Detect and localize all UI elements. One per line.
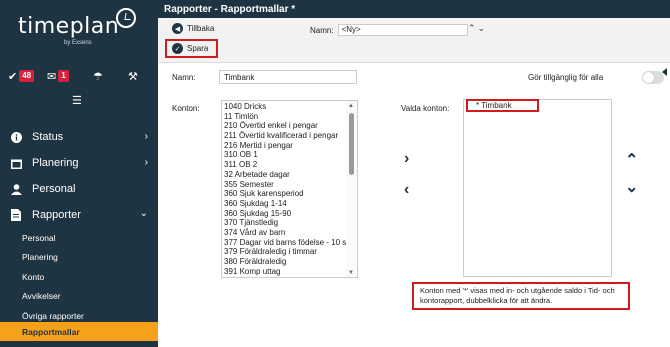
konto-item[interactable]: 216 Mertid i pengar <box>224 141 346 151</box>
valda-label: Valda konton: <box>401 104 450 113</box>
main-nav: Status › Planering › Personal Rapporter … <box>0 124 158 326</box>
konto-item[interactable]: 11 Timlön <box>224 112 346 122</box>
quick-actions: ✔ 48 ✉ 1 ☂ ⚒ <box>0 68 158 88</box>
konto-item[interactable]: 374 Vård av barn <box>224 228 346 238</box>
messages-badge: 1 <box>58 70 69 82</box>
person-icon <box>10 183 22 195</box>
konto-item[interactable]: 379 Föräldraledig i timmar <box>224 247 346 257</box>
chevron-right-icon: › <box>144 157 148 168</box>
save-button[interactable]: ✓ Spara <box>165 39 218 58</box>
logo-wordmark: timeplan <box>18 14 120 39</box>
konto-item[interactable]: 1040 Dricks <box>224 102 346 112</box>
konto-item[interactable]: 360 Sjuk karensperiod <box>224 189 346 199</box>
back-button[interactable]: ◀ Tillbaka <box>172 23 214 34</box>
page-title: Rapporter - Rapportmallar * <box>158 0 670 18</box>
check-icon: ✔ <box>8 70 18 83</box>
template-nav-arrows: ⌃ ⌄ <box>468 23 485 34</box>
konton-items: 1040 Dricks 11 Timlön 210 Övertid enkel i … <box>224 102 351 277</box>
template-select[interactable]: <Ny> <box>337 24 468 36</box>
list-icon[interactable]: ☰ <box>72 94 82 107</box>
valda-item[interactable]: * Timbank <box>466 99 539 112</box>
clock-icon <box>116 8 136 28</box>
subnav-item[interactable]: Personal <box>22 228 158 248</box>
nav-planering-label: Planering <box>32 157 79 169</box>
nav-status[interactable]: Status › <box>0 124 158 150</box>
konto-item[interactable]: 370 Tjänstledig <box>224 218 346 228</box>
scroll-thumb[interactable] <box>349 113 354 175</box>
messages-shortcut[interactable]: ✉ 1 <box>47 68 69 84</box>
remove-account-button[interactable]: ‹ <box>404 181 409 199</box>
share-label: Gör tillgänglig för alla <box>528 73 604 82</box>
move-up-button[interactable]: ⌃ <box>625 150 638 170</box>
arrow-left-icon: ◀ <box>172 23 183 34</box>
info-note: Konton med '*' visas med in- och utgåend… <box>412 282 630 310</box>
nav-personal[interactable]: Personal <box>0 176 158 202</box>
konto-item[interactable]: 211 Övertid kvalificerad i pengar <box>224 131 346 141</box>
timeplan-logo[interactable]: timeplan by Exsens <box>18 8 138 48</box>
konto-item[interactable]: 311 OB 2 <box>224 160 346 170</box>
scrollbar[interactable]: ▲ ▼ <box>346 101 357 277</box>
name-input[interactable]: Timbank <box>219 70 357 84</box>
save-label: Spara <box>187 44 209 53</box>
konto-item[interactable]: 32 Arbetade dagar <box>224 170 346 180</box>
chevron-up-icon[interactable]: ⌃ <box>468 23 476 34</box>
chevron-right-icon: › <box>144 131 148 142</box>
subnav-item[interactable]: Konto <box>22 267 158 287</box>
info-icon <box>10 131 22 143</box>
konto-item[interactable]: 310 OB 1 <box>224 150 346 160</box>
name-label: Namn: <box>172 73 196 82</box>
konto-item[interactable]: 360 Sjukdag 1-14 <box>224 199 346 209</box>
scroll-up-icon[interactable]: ▲ <box>348 103 354 109</box>
konto-item[interactable]: 394 Permission <box>224 276 346 277</box>
template-selector: Namn: <Ny> <box>310 24 468 36</box>
nav-planering[interactable]: Planering › <box>0 150 158 176</box>
nav-rapporter[interactable]: Rapporter ⌄ <box>0 202 158 228</box>
mail-icon: ✉ <box>47 70 57 83</box>
sidebar: timeplan by Exsens ✔ 48 ✉ 1 ☂ ⚒ ☰ Status… <box>0 0 158 347</box>
rapporter-submenu: Personal Planering Konto Avvikelser Övri… <box>0 228 158 326</box>
konto-item[interactable]: 377 Dagar vid barns födelse - 10 st. <box>224 238 351 248</box>
konto-item[interactable]: 210 Övertid enkel i pengar <box>224 121 346 131</box>
logo-byline: by Exsens <box>64 40 92 46</box>
scroll-down-icon[interactable]: ▼ <box>348 270 354 276</box>
chevron-down-icon[interactable]: ⌄ <box>478 23 486 34</box>
subnav-item-rapportmallar[interactable]: Rapportmallar <box>0 322 158 341</box>
tasks-shortcut[interactable]: ✔ 48 <box>8 68 35 84</box>
back-label: Tillbaka <box>187 24 215 33</box>
checkmark-icon: ✓ <box>172 43 183 54</box>
umbrella-icon: ☂ <box>93 70 103 83</box>
konto-item[interactable]: 355 Semester <box>224 180 346 190</box>
tasks-badge: 48 <box>19 70 35 82</box>
subnav-item[interactable]: Planering <box>22 248 158 268</box>
move-down-button[interactable]: ⌄ <box>625 177 638 197</box>
toolbar: ◀ Tillbaka ✓ Spara Namn: <Ny> ⌃ ⌄ <box>158 18 670 76</box>
document-icon <box>10 209 22 221</box>
valda-konton-list[interactable] <box>463 99 612 277</box>
konton-list[interactable]: 1040 Dricks 11 Timlön 210 Övertid enkel i … <box>221 100 358 278</box>
konto-item[interactable]: 360 Sjukdag 15-90 <box>224 209 346 219</box>
nav-personal-label: Personal <box>32 183 76 195</box>
share-toggle[interactable] <box>642 71 664 84</box>
konto-item[interactable]: 391 Komp uttag <box>224 267 346 277</box>
nav-status-label: Status <box>32 131 64 143</box>
konton-label: Konton: <box>172 104 200 113</box>
tools-shortcut[interactable]: ⚒ <box>128 68 138 84</box>
nav-rapporter-label: Rapporter <box>32 209 81 221</box>
hammer-icon: ⚒ <box>128 70 138 83</box>
calendar-icon <box>10 157 22 169</box>
konto-item[interactable]: 380 Föräldraledig <box>224 257 346 267</box>
subnav-item[interactable]: Avvikelser <box>22 287 158 307</box>
chevron-down-icon: ⌄ <box>139 208 148 219</box>
template-name-label: Namn: <box>310 25 334 35</box>
add-account-button[interactable]: › <box>404 150 409 168</box>
vacation-shortcut[interactable]: ☂ <box>93 68 103 84</box>
